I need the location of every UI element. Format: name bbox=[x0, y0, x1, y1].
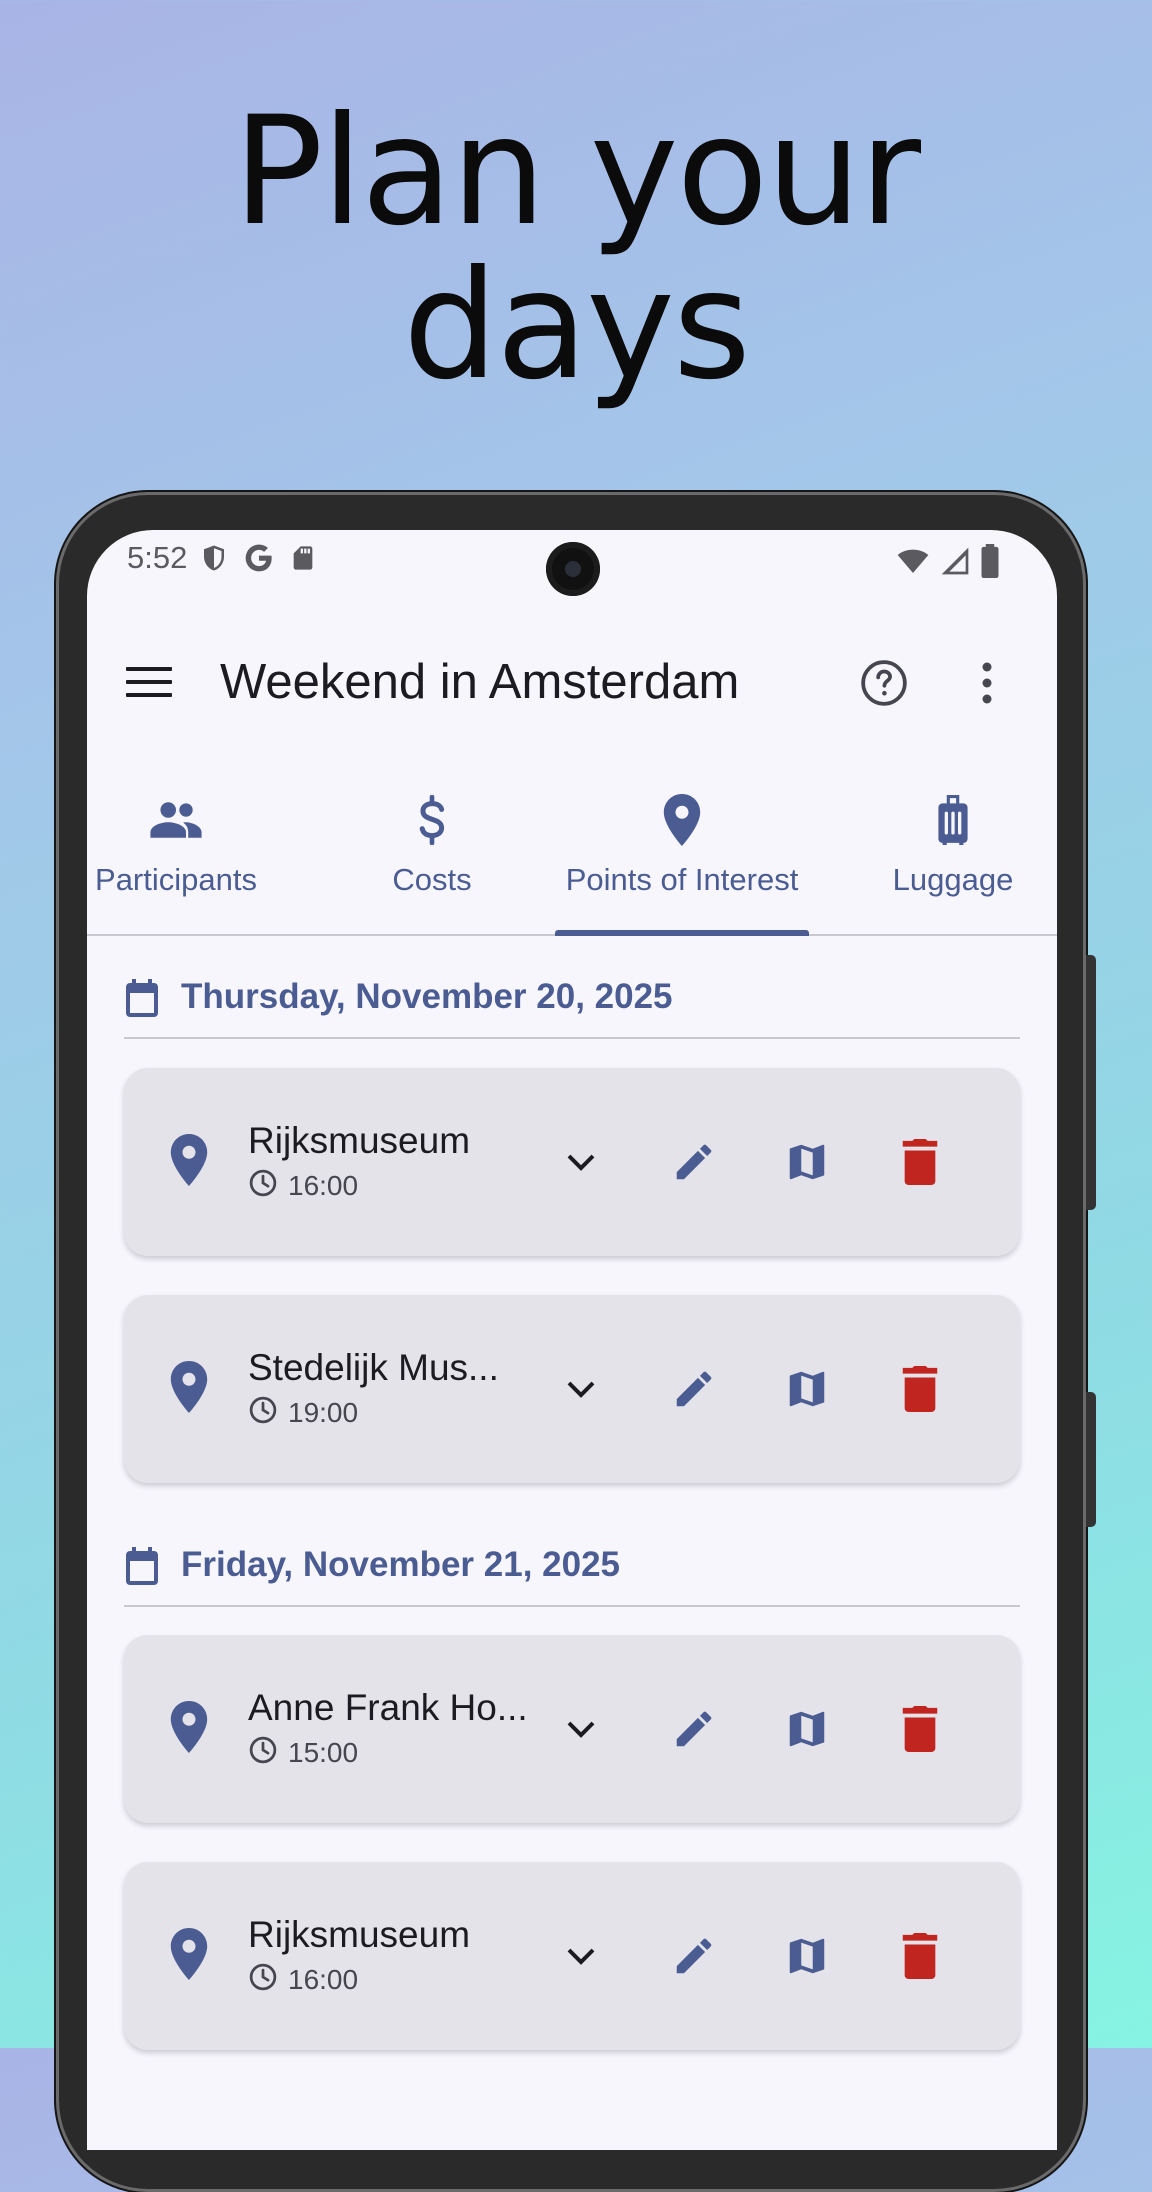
tab-label: Points of Interest bbox=[565, 862, 799, 897]
phone-screen: 5:52 Weekend in Amsterdam Participants C… bbox=[87, 530, 1057, 2150]
app-bar: Weekend in Amsterdam bbox=[87, 620, 1057, 740]
location-pin-icon bbox=[663, 793, 701, 851]
poi-card[interactable]: Stedelijk Mus... 19:00 bbox=[124, 1295, 1020, 1483]
day-header: Friday, November 21, 2025 bbox=[124, 1519, 1020, 1607]
poi-time: 15:00 bbox=[288, 1736, 359, 1768]
map-icon[interactable] bbox=[775, 1697, 839, 1761]
poi-name: Rijksmuseum bbox=[248, 1914, 471, 1955]
poi-card[interactable]: Rijksmuseum 16:00 bbox=[124, 1068, 1020, 1256]
edit-pencil-icon[interactable] bbox=[662, 1357, 726, 1421]
tab-bar: Participants Costs Points of Interest Lu… bbox=[87, 762, 1057, 936]
calendar-icon bbox=[124, 979, 160, 1022]
poi-card[interactable]: Rijksmuseum 16:00 bbox=[124, 1862, 1020, 2050]
location-pin-icon bbox=[170, 1134, 208, 1191]
poi-card[interactable]: Anne Frank Ho... 15:00 bbox=[124, 1635, 1020, 1823]
delete-trash-icon[interactable] bbox=[888, 1357, 952, 1421]
expand-chevron-icon[interactable] bbox=[549, 1130, 613, 1194]
clock-icon bbox=[248, 1735, 278, 1770]
poi-name: Rijksmuseum bbox=[248, 1120, 471, 1161]
tab-label: Costs bbox=[392, 862, 472, 897]
google-icon bbox=[243, 542, 275, 579]
battery-icon bbox=[979, 544, 1001, 583]
status-time: 5:52 bbox=[127, 540, 188, 575]
expand-chevron-icon[interactable] bbox=[549, 1697, 613, 1761]
help-icon[interactable] bbox=[849, 648, 919, 718]
dollar-icon bbox=[416, 794, 448, 850]
selected-tab-indicator bbox=[555, 930, 809, 936]
cell-signal-icon bbox=[939, 545, 971, 582]
more-options-icon[interactable] bbox=[957, 648, 1017, 718]
promo-headline: Plan your days bbox=[0, 95, 1152, 403]
map-icon[interactable] bbox=[775, 1357, 839, 1421]
status-bar: 5:52 bbox=[87, 530, 1057, 596]
tab-luggage[interactable]: Luggage bbox=[890, 762, 1016, 934]
poi-name: Stedelijk Mus... bbox=[248, 1347, 499, 1388]
clock-icon bbox=[248, 1168, 278, 1203]
expand-chevron-icon[interactable] bbox=[549, 1357, 613, 1421]
location-pin-icon bbox=[170, 1928, 208, 1985]
menu-icon[interactable] bbox=[117, 650, 181, 714]
poi-time: 16:00 bbox=[288, 1169, 359, 1201]
app-title: Weekend in Amsterdam bbox=[220, 655, 740, 709]
poi-name: Anne Frank Ho... bbox=[248, 1687, 528, 1728]
wifi-icon bbox=[895, 545, 931, 582]
delete-trash-icon[interactable] bbox=[888, 1697, 952, 1761]
group-icon bbox=[149, 800, 203, 845]
day-header: Thursday, November 20, 2025 bbox=[124, 951, 1020, 1039]
expand-chevron-icon[interactable] bbox=[549, 1924, 613, 1988]
shield-icon bbox=[199, 542, 229, 579]
poi-time: 16:00 bbox=[288, 1963, 359, 1995]
map-icon[interactable] bbox=[775, 1924, 839, 1988]
calendar-icon bbox=[124, 1547, 160, 1590]
delete-trash-icon[interactable] bbox=[888, 1130, 952, 1194]
map-icon[interactable] bbox=[775, 1130, 839, 1194]
headline-line-2: days bbox=[402, 239, 751, 413]
clock-icon bbox=[248, 1962, 278, 1997]
front-camera bbox=[546, 542, 600, 596]
phone-side-button bbox=[1086, 1392, 1096, 1527]
edit-pencil-icon[interactable] bbox=[662, 1697, 726, 1761]
tab-label: Participants bbox=[95, 862, 257, 897]
phone-side-button bbox=[1086, 955, 1096, 1210]
tab-points-of-interest[interactable]: Points of Interest bbox=[555, 762, 809, 936]
delete-trash-icon[interactable] bbox=[888, 1924, 952, 1988]
headline-line-1: Plan your bbox=[232, 85, 921, 259]
location-pin-icon bbox=[170, 1701, 208, 1758]
location-pin-icon bbox=[170, 1361, 208, 1418]
edit-pencil-icon[interactable] bbox=[662, 1924, 726, 1988]
sd-card-icon bbox=[289, 542, 317, 579]
tab-participants[interactable]: Participants bbox=[87, 762, 265, 934]
edit-pencil-icon[interactable] bbox=[662, 1130, 726, 1194]
clock-icon bbox=[248, 1395, 278, 1430]
day-title: Friday, November 21, 2025 bbox=[181, 1545, 621, 1584]
poi-time: 19:00 bbox=[288, 1396, 359, 1428]
day-title: Thursday, November 20, 2025 bbox=[181, 977, 673, 1016]
tab-label: Luggage bbox=[892, 862, 1014, 897]
tab-costs[interactable]: Costs bbox=[365, 762, 499, 934]
luggage-icon bbox=[935, 794, 971, 850]
